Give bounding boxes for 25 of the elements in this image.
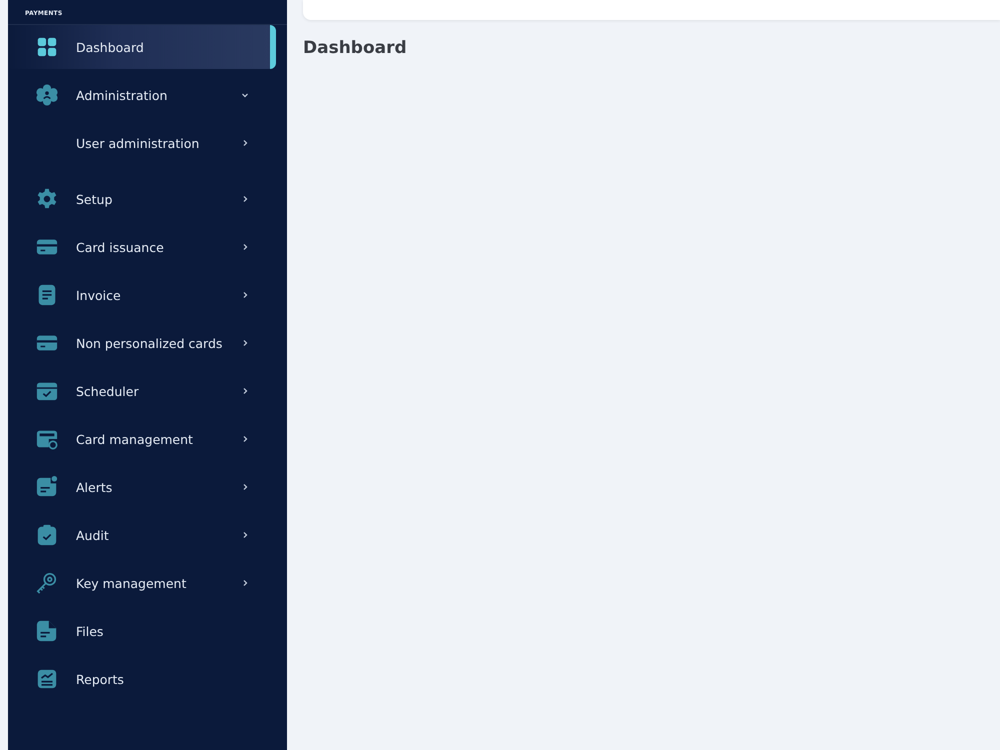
user-badge-icon [36, 84, 58, 106]
grid-icon [36, 36, 58, 58]
sidebar-item[interactable]: Card management [8, 417, 276, 461]
key-icon [36, 572, 58, 594]
note-icon [36, 476, 58, 498]
document-icon [36, 284, 58, 306]
calendar-check-icon [36, 380, 58, 402]
sidebar-item[interactable]: Audit [8, 513, 276, 557]
sidebar-item[interactable]: Card issuance [8, 225, 276, 269]
sidebar-item[interactable]: Key management [8, 561, 276, 605]
sidebar-item[interactable]: Setup [8, 177, 276, 221]
gear-icon [36, 188, 58, 210]
sidebar-item[interactable]: Scheduler [8, 369, 276, 413]
sidebar-subitem[interactable]: User administration [8, 121, 276, 165]
chart-icon [36, 668, 58, 690]
sidebar-item[interactable]: Invoice [8, 273, 276, 317]
file-icon [36, 620, 58, 642]
sidebar-item[interactable]: Alerts [8, 465, 276, 509]
sidebar-item[interactable]: Non personalized cards [8, 321, 276, 365]
sidebar-item[interactable]: Administration [8, 73, 276, 117]
sidebar-item[interactable]: Reports [8, 657, 276, 701]
sidebar-item[interactable]: Files [8, 609, 276, 653]
clipboard-check-icon [36, 524, 58, 546]
page-title: Dashboard [303, 38, 408, 58]
card-gear-icon [36, 428, 58, 450]
